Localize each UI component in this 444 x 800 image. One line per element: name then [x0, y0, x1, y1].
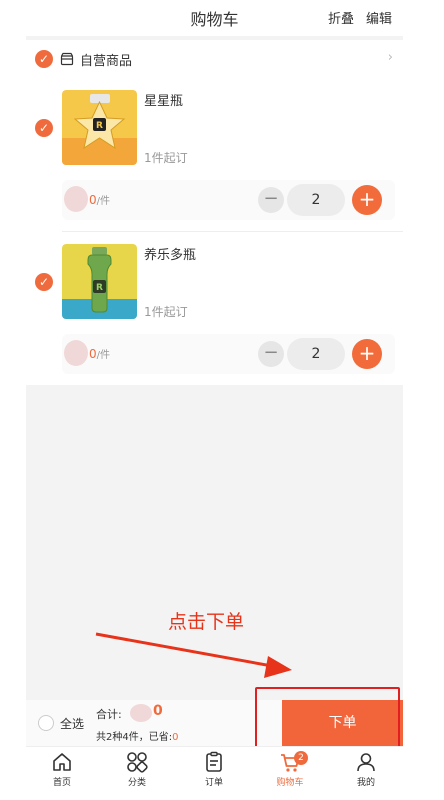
total-label: 合计:: [96, 708, 122, 721]
fold-button[interactable]: 折叠: [328, 8, 354, 27]
cart-list: ✓ 自营商品 › ✓ R 星星瓶 1件起订 0/件 − 2 + ✓ R 养乐多瓶…: [26, 40, 403, 385]
min-order-text: 1件起订: [144, 151, 188, 165]
cart-item: ✓ R 养乐多瓶 1件起订 0/件 − 2 +: [26, 242, 403, 382]
store-icon: [60, 52, 74, 66]
unit-price: 0/件: [89, 193, 111, 207]
svg-text:R: R: [96, 283, 103, 293]
item-checkbox[interactable]: ✓: [35, 273, 53, 291]
chevron-right-icon[interactable]: ›: [388, 50, 393, 65]
annotation-text: 点击下单: [168, 611, 245, 633]
decrease-quantity-button[interactable]: −: [258, 341, 284, 367]
order-summary: 共2种4件，已省:0: [96, 732, 179, 743]
divider: [62, 231, 403, 232]
product-image-star-bottle[interactable]: R: [62, 90, 137, 165]
item-checkbox[interactable]: ✓: [35, 119, 53, 137]
edit-button[interactable]: 编辑: [366, 8, 392, 27]
store-name: 自营商品: [80, 54, 133, 69]
unit-price: 0/件: [89, 347, 111, 361]
price-row: 0/件 − 2 +: [62, 334, 395, 374]
min-order-text: 1件起订: [144, 305, 188, 319]
bottom-tab-bar: 首页 分类 订单 2 购物车 我的: [26, 746, 403, 800]
tab-profile[interactable]: 我的: [336, 751, 396, 788]
product-name[interactable]: 星星瓶: [144, 90, 183, 109]
quantity-field[interactable]: 2: [287, 338, 345, 370]
increase-quantity-button[interactable]: +: [352, 339, 382, 369]
decrease-quantity-button[interactable]: −: [258, 187, 284, 213]
category-icon: [127, 752, 148, 773]
tab-orders[interactable]: 订单: [184, 751, 244, 788]
increase-quantity-button[interactable]: +: [352, 185, 382, 215]
price-blur: [64, 186, 88, 212]
select-all-checkbox[interactable]: [38, 715, 54, 731]
cart-badge: 2: [294, 751, 308, 765]
home-icon: [53, 753, 71, 771]
tab-category[interactable]: 分类: [107, 751, 167, 788]
tab-home[interactable]: 首页: [32, 751, 92, 788]
product-name[interactable]: 养乐多瓶: [144, 244, 196, 263]
price-blur: [64, 340, 88, 366]
annotation-highlight-box: [255, 687, 400, 748]
store-checkbox[interactable]: ✓: [35, 50, 53, 68]
price-row: 0/件 − 2 +: [62, 180, 395, 220]
svg-text:R: R: [96, 121, 103, 131]
quantity-field[interactable]: 2: [287, 184, 345, 216]
cart-item: ✓ R 星星瓶 1件起订 0/件 − 2 +: [26, 88, 403, 228]
order-icon: [206, 751, 222, 772]
header: 购物车 折叠 编辑: [26, 0, 403, 36]
product-image-yakult-bottle[interactable]: R: [62, 244, 137, 319]
total-blur: [130, 704, 152, 722]
tab-cart[interactable]: 2 购物车: [260, 751, 320, 788]
total-value: 0: [153, 703, 163, 719]
select-all-label[interactable]: 全选: [60, 715, 84, 732]
user-icon: [357, 753, 375, 772]
